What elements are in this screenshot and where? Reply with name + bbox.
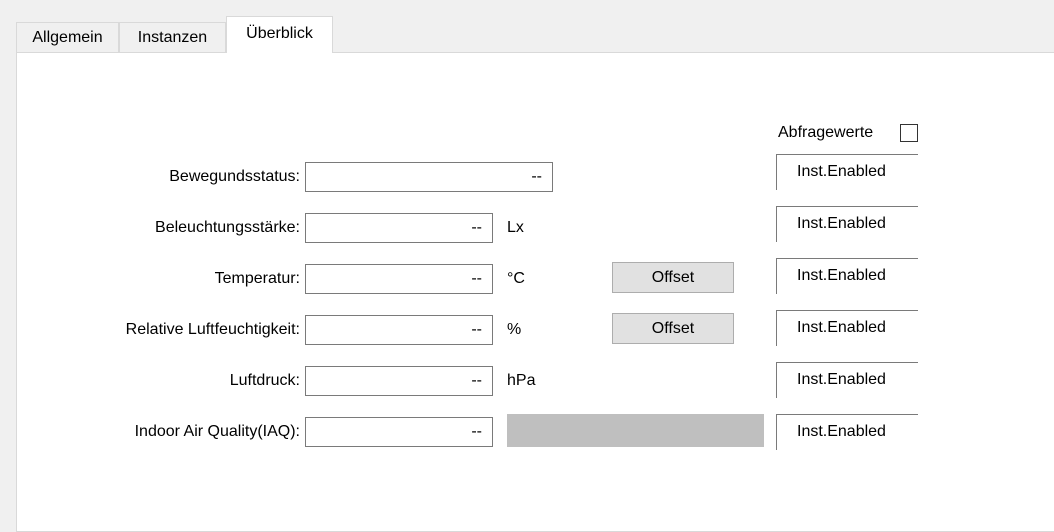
motion-status-field[interactable]: -- [305, 162, 553, 192]
row-temperature-label: Temperatur: [214, 270, 300, 287]
tab-instanzen[interactable]: Instanzen [119, 22, 226, 52]
temperature-instance: Inst.Enabled [776, 258, 918, 294]
temperature-unit: °C [507, 270, 525, 287]
row-motion-label: Bewegundsstatus: [169, 168, 300, 185]
humidity-field[interactable]: -- [305, 315, 493, 345]
motion-status-instance: Inst.Enabled [776, 154, 918, 190]
illuminance-instance: Inst.Enabled [776, 206, 918, 242]
tab-ueberblick-label: Überblick [246, 25, 313, 42]
illuminance-unit: Lx [507, 219, 524, 236]
humidity-instance: Inst.Enabled [776, 310, 918, 346]
temperature-offset-button[interactable]: Offset [612, 262, 734, 293]
humidity-unit: % [507, 321, 522, 338]
tab-allgemein-label: Allgemein [32, 29, 103, 46]
illuminance-field[interactable]: -- [305, 213, 493, 243]
tab-instanzen-label: Instanzen [137, 29, 208, 46]
iaq-field[interactable]: -- [305, 417, 493, 447]
temperature-field[interactable]: -- [305, 264, 493, 294]
row-iaq-label: Indoor Air Quality(IAQ): [134, 423, 300, 440]
poll-values-checkbox[interactable] [900, 124, 918, 142]
row-pressure-label: Luftdruck: [229, 372, 300, 389]
poll-values-label: Abfragewerte [778, 124, 874, 141]
pressure-field[interactable]: -- [305, 366, 493, 396]
iaq-instance: Inst.Enabled [776, 414, 918, 450]
tab-allgemein[interactable]: Allgemein [16, 22, 119, 52]
row-illuminance-label: Beleuchtungsstärke: [155, 219, 300, 236]
tab-ueberblick[interactable]: Überblick [226, 16, 333, 53]
pressure-instance: Inst.Enabled [776, 362, 918, 398]
row-humidity-label: Relative Luftfeuchtigkeit: [125, 321, 300, 338]
pressure-unit: hPa [507, 372, 536, 389]
humidity-offset-button[interactable]: Offset [612, 313, 734, 344]
iaq-indicator-bar [507, 414, 764, 447]
